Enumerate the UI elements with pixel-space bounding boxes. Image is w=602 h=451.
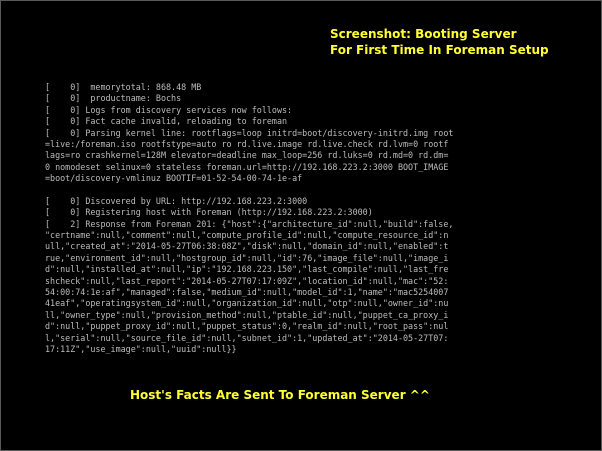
console-line: ll,"owner_type":null,"provision_method":… <box>45 309 449 320</box>
console-line: d":null,"puppet_proxy_id":null,"puppet_s… <box>45 321 449 332</box>
console-line: [ 0] Parsing kernel line: rootflags=loop… <box>45 127 454 138</box>
console-line: 0 nomodeset selinux=0 stateless foreman.… <box>45 161 449 172</box>
console-line: d":null,"installed_at":null,"ip":"192.16… <box>45 264 449 275</box>
console-line: [ 0] Discovered by URL: http://192.168.2… <box>45 195 308 206</box>
console-line: [ 0] Registering host with Foreman (http… <box>45 207 373 218</box>
console-line: ull,"created_at":"2014-05-27T06:38:08Z",… <box>45 241 449 252</box>
console-line: [ 0] memorytotal: 868.48 MB <box>45 82 202 92</box>
console-line: rue,"environment_id":null,"hostgroup_id"… <box>45 252 449 263</box>
console-line: [ 0] productname: Bochs <box>45 93 182 104</box>
console-line: =boot/discovery-vmlinuz BOOTIF=01-52-54-… <box>45 173 303 184</box>
console-line: [ 0] Logs from discovery services now fo… <box>45 104 293 115</box>
console-line: [ 2] Response from Foreman 201: {"host":… <box>45 218 454 229</box>
console-line: l,"serial":null,"source_file_id":null,"s… <box>45 332 449 343</box>
console-line: 17:11Z","use_image":null,"uuid":null}} <box>45 343 237 354</box>
console-block-registration: [ 0] Discovered by URL: http://192.168.2… <box>45 196 565 355</box>
console-line: "certname":null,"comment":null,"compute_… <box>45 230 449 241</box>
console-line: 54:00:74:1e:af","managed":false,"medium_… <box>45 287 449 298</box>
caption-top-line1: Screenshot: Booting Server <box>330 27 517 41</box>
console-block-facts: [ 0] memorytotal: 868.48 MB[ 0] productn… <box>45 82 565 185</box>
console-output: [ 0] memorytotal: 868.48 MB[ 0] productn… <box>45 82 565 355</box>
caption-top-line2: For First Time In Foreman Setup <box>330 43 549 57</box>
console-screen: Screenshot: Booting Server For First Tim… <box>0 0 602 451</box>
console-line: [ 0] Fact cache invalid, reloading to fo… <box>45 116 288 127</box>
console-line: 41eaf","operatingsystem_id":null,"organi… <box>45 298 449 309</box>
caption-top: Screenshot: Booting Server For First Tim… <box>330 26 549 58</box>
console-line: lags=ro crashkernel=128M elevator=deadli… <box>45 150 449 161</box>
caption-bottom: Host's Facts Are Sent To Foreman Server … <box>130 388 430 402</box>
console-line: =live:/foreman.iso rootfstype=auto ro rd… <box>45 138 449 149</box>
console-line: shcheck":null,"last_report":"2014-05-27T… <box>45 275 449 286</box>
